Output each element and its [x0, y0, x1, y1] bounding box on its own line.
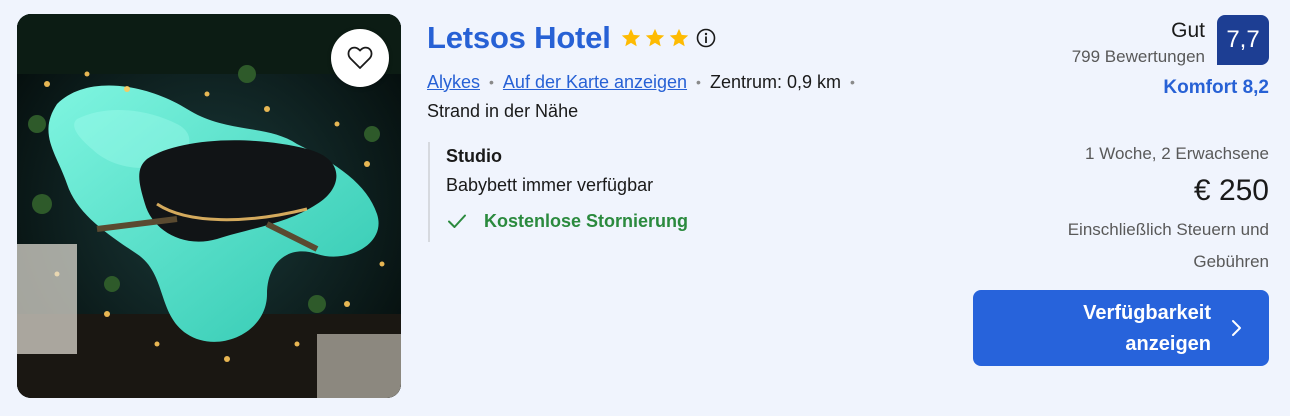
location-link[interactable]: Alykes: [427, 72, 480, 93]
cancellation-row: Kostenlose Stornierung: [446, 210, 688, 232]
separator-dot: •: [489, 74, 494, 90]
price: € 250: [1193, 174, 1269, 207]
star-icon: [621, 28, 640, 47]
beach-note: Strand in der Nähe: [427, 101, 579, 121]
hotel-result-card: Letsos Hotel Alykes • Auf der Karte anze…: [0, 0, 1290, 416]
star-icon: [645, 28, 664, 47]
room-extra: Babybett immer verfügbar: [446, 175, 654, 195]
map-link[interactable]: Auf der Karte anzeigen: [503, 72, 687, 93]
stay-details: 1 Woche, 2 Erwachsene: [1085, 144, 1269, 163]
star-rating: [620, 27, 690, 49]
location-row: Alykes • Auf der Karte anzeigen • Zentru…: [427, 70, 864, 94]
info-icon[interactable]: [696, 28, 716, 48]
chevron-right-icon: [1232, 320, 1241, 336]
rating-word: Gut: [1171, 19, 1205, 42]
title-row: Letsos Hotel: [427, 18, 716, 58]
separator-dot: •: [850, 74, 855, 90]
review-score-badge[interactable]: 7,7: [1217, 15, 1269, 65]
see-availability-label: Verfügbarkeit anzeigen: [1083, 302, 1211, 355]
distance-text: Zentrum: 0,9 km: [709, 71, 841, 92]
free-cancellation-text: Kostenlose Stornierung: [484, 210, 689, 231]
check-icon: [448, 214, 466, 228]
comfort-score: Komfort 8,2: [1163, 77, 1269, 98]
hotel-name-link[interactable]: Letsos Hotel: [427, 20, 611, 56]
tax-note: Einschließlich Steuern und Gebühren: [1067, 220, 1269, 271]
star-icon: [669, 28, 688, 47]
heart-icon: [347, 46, 373, 69]
room-name: Studio: [446, 146, 502, 166]
see-availability-button[interactable]: Verfügbarkeit anzeigen: [973, 290, 1269, 366]
favorite-button[interactable]: [331, 29, 389, 87]
review-count[interactable]: 799 Bewertungen: [1072, 47, 1205, 67]
separator-dot: •: [696, 74, 701, 90]
room-divider: [428, 142, 430, 242]
